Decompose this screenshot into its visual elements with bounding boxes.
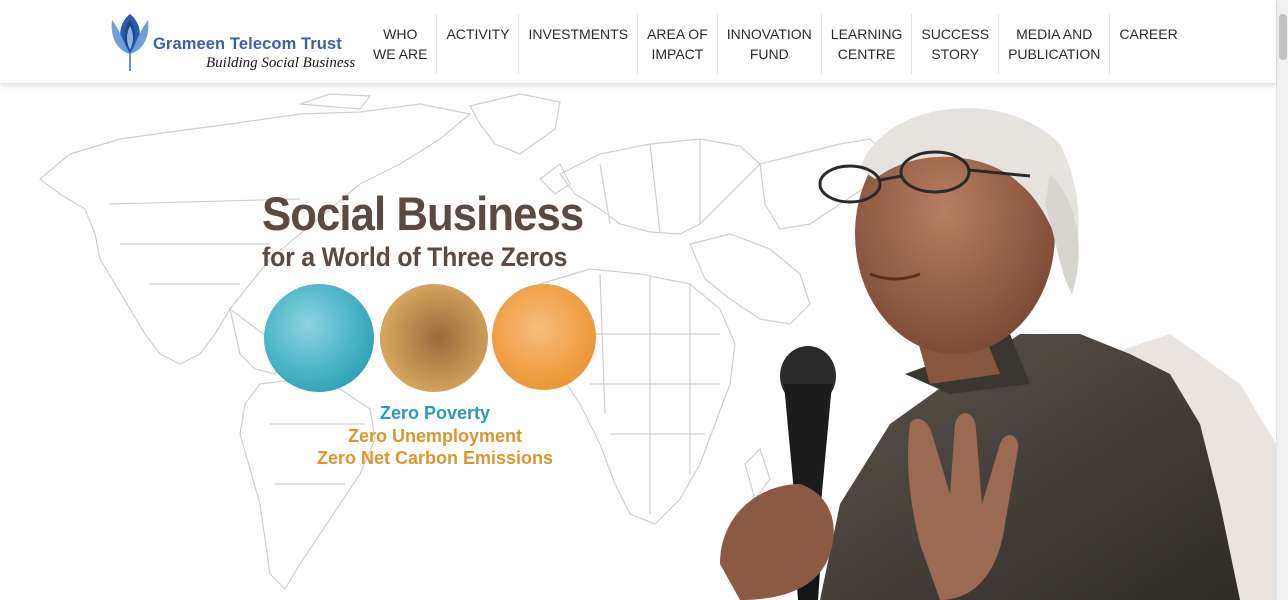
nav-investments[interactable]: INVESTMENTS [519, 14, 639, 74]
nav-label: IMPACT [651, 46, 704, 62]
zero-poverty: Zero Poverty [379, 403, 491, 423]
nav-label: ACTIVITY [446, 26, 510, 42]
nav-success-story[interactable]: SUCCESS STORY [912, 14, 1000, 74]
nav-area-of-impact[interactable]: AREA OF IMPACT [638, 14, 718, 74]
nav-label: AREA OF [647, 26, 708, 42]
hero-banner[interactable]: Social Business for a World of Three Zer… [0, 84, 1276, 600]
nav-label: CENTRE [837, 46, 896, 62]
nav-career[interactable]: CAREER [1110, 14, 1186, 74]
nav-label: STORY [931, 46, 980, 62]
scrollbar-thumb[interactable] [1279, 14, 1287, 60]
lotus-icon [111, 14, 149, 71]
nav-label: INVESTMENTS [528, 26, 629, 42]
logo-title: Grameen Telecom Trust [153, 35, 342, 53]
nav-who-we-are[interactable]: WHO WE ARE [364, 14, 438, 74]
site-logo[interactable]: Grameen Telecom Trust Building Social Bu… [108, 10, 355, 74]
hero-title: Social Business [262, 187, 584, 240]
zero-unemployment: Zero Unemployment [347, 425, 523, 446]
nav-label: LEARNING [830, 26, 903, 42]
nav-label: SUCCESS [921, 26, 990, 42]
main-nav: WHO WE ARE ACTIVITY INVESTMENTS AREA OF … [364, 14, 1187, 74]
hero-subtitle: for a World of Three Zeros [262, 242, 568, 272]
nav-label: INNOVATION [726, 26, 812, 42]
nav-learning-centre[interactable]: LEARNING CENTRE [822, 14, 913, 74]
nav-label: WHO [383, 26, 418, 42]
nav-innovation-fund[interactable]: INNOVATION FUND [718, 14, 822, 74]
brown-orb-graphic [380, 284, 488, 392]
hero-headline: Social Business for a World of Three Zer… [262, 187, 608, 273]
page-scrollbar[interactable] [1276, 0, 1288, 600]
site-header: Grameen Telecom Trust Building Social Bu… [0, 0, 1276, 84]
nav-label: PUBLICATION [1008, 46, 1101, 62]
three-zeros-list: Zero Poverty Zero Unemployment Zero Net … [300, 402, 570, 470]
nav-media-and-publication[interactable]: MEDIA AND PUBLICATION [999, 14, 1111, 74]
nav-label: CAREER [1119, 26, 1178, 42]
nav-label: WE ARE [373, 46, 428, 62]
nav-label: MEDIA AND [1016, 26, 1093, 42]
logo-tagline: Building Social Business [206, 55, 356, 71]
nav-activity[interactable]: ACTIVITY [437, 14, 520, 74]
orange-orb-graphic [492, 284, 596, 390]
nav-label: FUND [749, 46, 789, 62]
blue-orb-graphic [264, 284, 374, 392]
zero-net-carbon-emissions: Zero Net Carbon Emissions [316, 448, 554, 468]
speaker-portrait-image [720, 108, 1276, 600]
